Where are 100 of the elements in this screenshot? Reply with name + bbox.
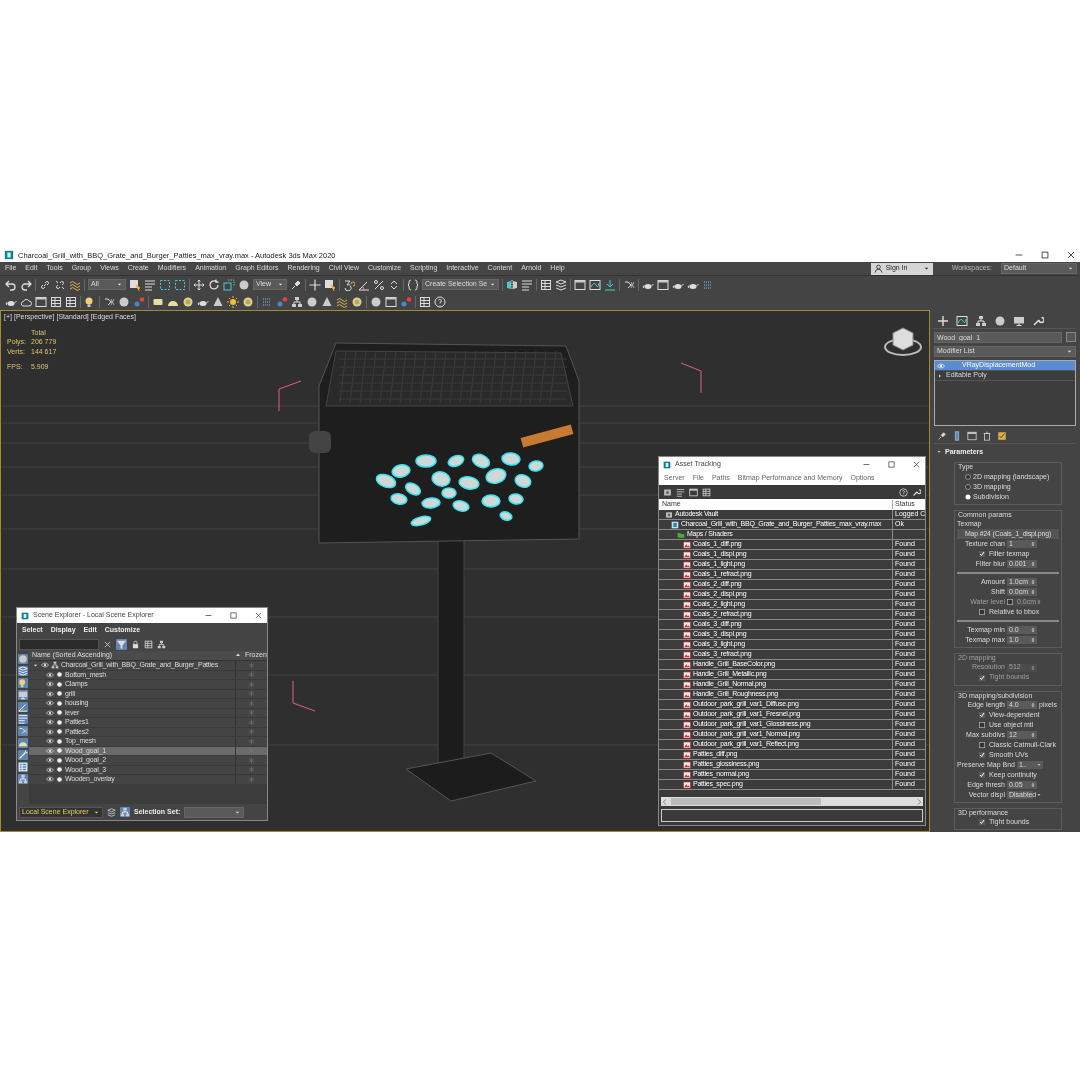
clear-icon[interactable] [103,639,112,649]
table-icon[interactable] [144,639,153,649]
rotate-icon[interactable] [208,278,220,291]
layers-icon[interactable] [107,807,116,817]
eye-icon[interactable] [46,727,54,736]
help-icon[interactable] [434,295,446,308]
close-icon[interactable] [1066,250,1076,260]
undo-icon[interactable] [5,278,17,291]
layers-icon[interactable] [555,278,568,291]
sphere-icon[interactable] [238,278,250,291]
eye-icon[interactable] [46,708,54,717]
table-icon[interactable] [540,278,553,291]
move-icon[interactable] [193,278,205,291]
sphere-icon[interactable] [118,295,130,308]
sphere-icon[interactable] [306,295,318,308]
render-dot-icon[interactable] [56,756,63,764]
eye-icon[interactable] [46,756,54,765]
render-dot-icon[interactable] [56,671,63,679]
nodes-icon[interactable] [18,726,28,736]
help-icon[interactable] [899,487,908,497]
disc-icon[interactable] [242,295,254,308]
hierarchy-icon[interactable] [157,639,166,649]
window-icon[interactable] [689,487,698,497]
radio-button[interactable] [965,473,971,480]
radio-button[interactable] [965,483,971,490]
list-icon[interactable] [676,487,685,497]
percent-icon[interactable] [373,278,385,291]
snap-icon[interactable] [343,278,355,291]
render-dot-icon[interactable] [56,775,63,783]
molecule-icon[interactable] [276,295,288,308]
eye-icon[interactable] [46,765,54,774]
bulb-icon[interactable] [18,678,28,688]
eye-icon[interactable] [46,718,54,727]
wave-icon[interactable] [69,278,81,291]
dashed-square-icon[interactable] [159,278,171,291]
render-dot-icon[interactable] [56,699,63,707]
table-icon[interactable] [419,295,431,308]
horizontal-scrollbar[interactable] [661,797,923,806]
eye-icon[interactable] [41,661,49,670]
scale-icon[interactable] [223,278,235,291]
sphere-icon[interactable] [18,654,28,664]
wave-icon[interactable] [336,295,348,308]
cursor-square-icon[interactable] [324,278,336,291]
table-icon[interactable] [65,295,77,308]
redo-icon[interactable] [20,278,32,291]
trash-icon[interactable] [982,431,992,441]
render-dot-icon[interactable] [56,709,63,717]
wrench-icon[interactable] [912,487,921,497]
monitor-icon[interactable] [18,690,28,700]
expand-caret-icon[interactable] [937,372,943,379]
hierarchy-icon[interactable] [120,807,130,817]
viewcube-icon[interactable] [884,327,922,356]
pin-icon[interactable] [290,278,302,291]
pin-icon[interactable] [937,431,947,441]
render-dot-icon[interactable] [56,737,63,745]
sphere-icon[interactable] [994,314,1006,327]
render-dot-icon[interactable] [56,718,63,726]
disc-icon[interactable] [351,295,363,308]
table-icon[interactable] [50,295,62,308]
link-icon[interactable] [39,278,51,291]
sun-icon[interactable] [227,295,239,308]
radio-button[interactable] [965,493,971,500]
filter-icon[interactable] [116,638,127,650]
color-swatch[interactable] [1066,332,1076,342]
curve-window-icon[interactable] [956,314,968,327]
molecule-icon[interactable] [133,295,145,308]
monitor-icon[interactable] [1013,314,1025,327]
disc-icon[interactable] [182,295,194,308]
plus-icon[interactable] [937,314,949,327]
render-dot-icon[interactable] [56,680,63,688]
search-field[interactable] [19,638,99,650]
render-dot-icon[interactable] [56,728,63,736]
list-icon[interactable] [144,278,156,291]
checkbox[interactable] [979,741,985,748]
window-icon[interactable] [967,431,977,441]
close-icon[interactable] [254,611,263,620]
maximize-icon[interactable] [1040,250,1050,260]
cone-icon[interactable] [321,295,333,308]
list-icon[interactable] [521,278,534,291]
broken-link-icon[interactable] [54,278,66,291]
mirror-icon[interactable] [506,278,519,291]
render-dot-icon[interactable] [56,747,63,755]
render-dot-icon[interactable] [56,690,63,698]
nodes-icon[interactable] [623,278,636,291]
crosshair-icon[interactable] [309,278,321,291]
eye-icon[interactable] [46,670,54,679]
spinner-icon[interactable] [388,278,400,291]
cone-icon[interactable] [212,295,224,308]
angle-icon[interactable] [18,702,28,712]
table-icon[interactable] [702,487,711,497]
checkbox[interactable] [979,721,985,728]
window-icon[interactable] [574,278,587,291]
hierarchy-icon[interactable] [291,295,303,308]
checkbox[interactable] [979,609,985,616]
wand-icon[interactable] [18,750,28,760]
checklist-icon[interactable] [997,431,1007,441]
hierarchy-icon[interactable] [18,774,28,784]
wrench-icon[interactable] [1032,314,1044,327]
maximize-icon[interactable] [887,460,896,469]
download-icon[interactable] [604,278,617,291]
